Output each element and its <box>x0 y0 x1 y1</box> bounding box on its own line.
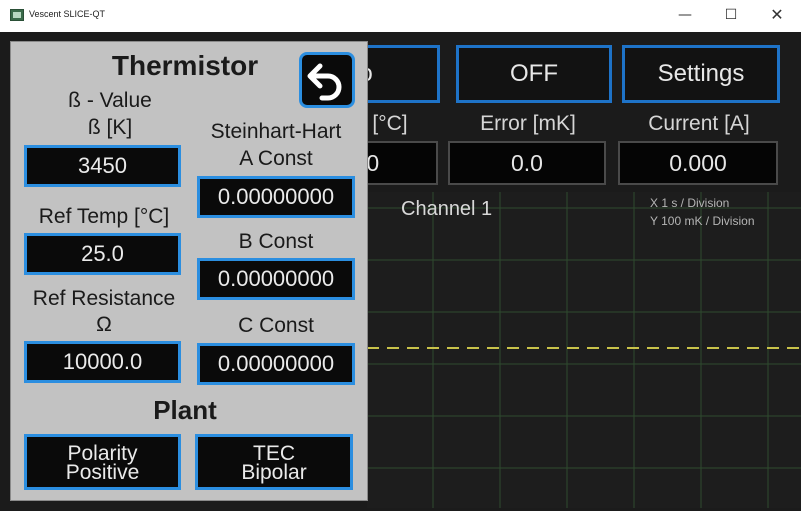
title-bar: Vescent SLICE-QT — ☐ ✕ <box>0 0 801 32</box>
steinhart-hart-label: Steinhart-Hart <box>210 120 342 143</box>
error-header: Error [mK] <box>480 112 576 135</box>
b-const-label: B Const <box>238 230 314 253</box>
current-header: Current [A] <box>648 112 750 135</box>
current-readout: 0.000 <box>618 141 778 185</box>
plot-grid <box>367 192 801 508</box>
back-button[interactable] <box>299 52 355 108</box>
b-const-field[interactable]: 0.00000000 <box>197 258 355 300</box>
maximize-button[interactable]: ☐ <box>708 4 754 28</box>
output-off-button[interactable]: OFF <box>456 45 612 103</box>
settings-button[interactable]: Settings <box>622 45 780 103</box>
a-const-label: A Const <box>239 147 313 170</box>
c-const-field[interactable]: 0.00000000 <box>197 343 355 385</box>
app-icon <box>10 9 24 21</box>
window-title: Vescent SLICE-QT <box>29 9 106 19</box>
plot-title: Channel 1 <box>401 198 493 220</box>
y-scale-label: Y 100 mK / Division <box>650 214 755 228</box>
polarity-value: Positive <box>65 461 140 484</box>
a-const-field[interactable]: 0.00000000 <box>197 176 355 218</box>
back-arrow-icon <box>307 63 342 101</box>
polarity-button[interactable]: Polarity Positive <box>24 434 181 490</box>
tec-mode-value: Bipolar <box>241 461 307 484</box>
minimize-button[interactable]: — <box>662 4 708 28</box>
c-const-label: C Const <box>238 314 314 337</box>
channel-plot: Channel 1 X 1 s / Division Y 100 mK / Di… <box>367 192 801 508</box>
ref-resistance-field[interactable]: 10000.0 <box>24 341 181 383</box>
ref-resistance-label: Ref Resistance <box>32 287 176 310</box>
beta-value-field[interactable]: 3450 <box>24 145 181 187</box>
ref-temp-label: Ref Temp [°C] <box>38 205 170 228</box>
ref-resistance-unit-label: Ω <box>96 313 112 336</box>
ref-temp-field[interactable]: 25.0 <box>24 233 181 275</box>
tec-mode-button[interactable]: TEC Bipolar <box>195 434 353 490</box>
close-button[interactable]: ✕ <box>754 4 800 28</box>
panel-title: Thermistor <box>111 50 259 81</box>
beta-label: ß - Value <box>68 89 152 112</box>
beta-unit-label: ß [K] <box>87 116 133 139</box>
plant-label: Plant <box>153 395 217 425</box>
x-scale-label: X 1 s / Division <box>650 196 730 210</box>
error-readout: 0.0 <box>448 141 606 185</box>
